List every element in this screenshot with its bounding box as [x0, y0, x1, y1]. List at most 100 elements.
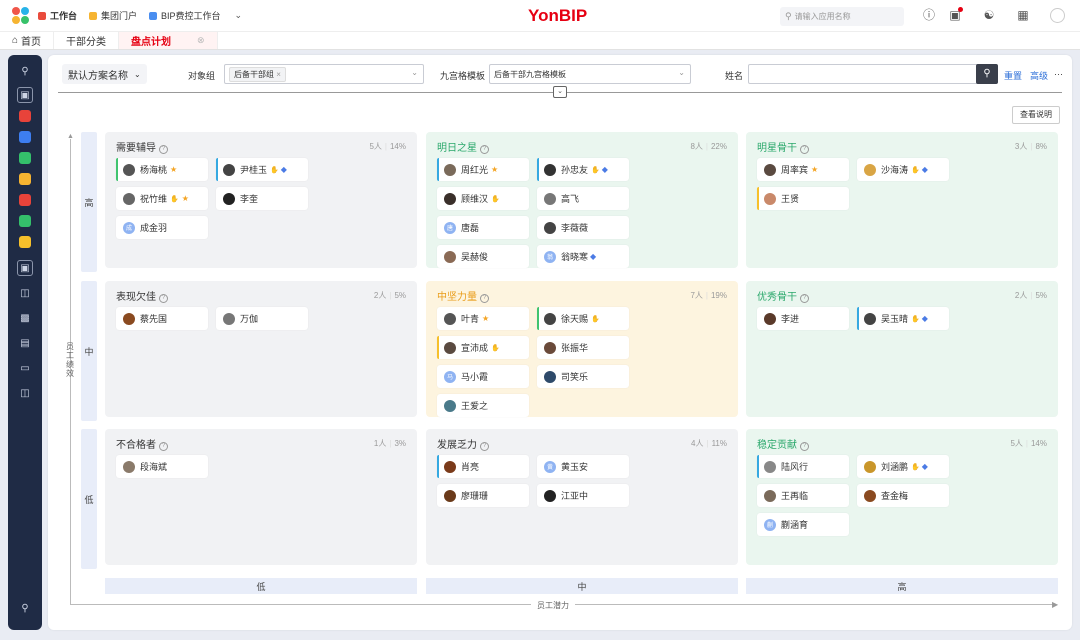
name-input[interactable] [748, 64, 988, 84]
person-card[interactable]: 司笑乐 [537, 365, 629, 388]
person-card[interactable]: 吴玉晴 ✋ ◆ [857, 307, 949, 330]
person-card[interactable]: 马马小霞 [437, 365, 529, 388]
person-card[interactable]: 刘涵鹏 ✋ ◆ [857, 455, 949, 478]
person-card[interactable]: 查金梅 [857, 484, 949, 507]
sales-app-icon[interactable] [19, 152, 31, 164]
person-card[interactable]: 祝竹维 ✋ ★ [116, 187, 208, 210]
person-card[interactable]: 吴赫俊 [437, 245, 529, 268]
person-card[interactable]: 万伽 [216, 307, 308, 330]
avatar: 成 [123, 221, 135, 234]
scheme-select[interactable]: 默认方案名称 ⌄ [62, 64, 147, 84]
person-card[interactable]: 徐天赐 ✋ [537, 307, 629, 330]
search-icon[interactable]: ⚲ [17, 63, 33, 79]
menu-icon[interactable]: ▣ [17, 87, 33, 103]
person-card[interactable]: 王贤 [757, 187, 849, 210]
cell-header: 明日之星? 8人 | 22% [437, 139, 727, 154]
person-card[interactable]: 李奎 [216, 187, 308, 210]
person-card[interactable]: 肖亮 [437, 455, 529, 478]
person-card[interactable]: 李薇薇 [537, 216, 629, 239]
person-card[interactable]: 周红光 ★ [437, 158, 529, 181]
search-button[interactable]: ⚲ [976, 64, 998, 84]
window-icon[interactable]: ▤ [17, 335, 33, 351]
finance-app-icon[interactable] [19, 110, 31, 122]
app-dot-icon [89, 11, 98, 20]
cell-percent: 3% [394, 438, 406, 448]
person-card[interactable]: 李进 [757, 307, 849, 330]
help-icon[interactable]: ? [159, 293, 168, 303]
help-icon[interactable]: ? [159, 441, 168, 451]
person-card[interactable]: 蔡先国 [116, 307, 208, 330]
pin-icon[interactable]: ⚲ [17, 600, 33, 616]
collapse-toggle-icon[interactable]: ⌄ [553, 86, 567, 98]
help-icon[interactable]: ? [480, 441, 489, 451]
page-tab[interactable]: 干部分类 [54, 32, 120, 49]
person-card[interactable]: 蒯蒯涵育 [757, 513, 849, 536]
person-card[interactable]: 周率宾 ★ [757, 158, 849, 181]
advanced-link[interactable]: 高级 [1030, 69, 1048, 82]
help-icon[interactable]: ? [159, 144, 168, 154]
object-group-chip[interactable]: 后备干部组 × [229, 66, 286, 82]
shield-icon: ◆ [921, 314, 928, 323]
person-card[interactable]: 江亚中 [537, 484, 629, 507]
person-card[interactable]: 杨海桃 ★ [116, 158, 208, 181]
person-card[interactable]: 高飞 [537, 187, 629, 210]
person-card[interactable]: 成成金羽 [116, 216, 208, 239]
person-card[interactable]: 顾维汉 ✋ [437, 187, 529, 210]
top-tab[interactable]: BIP费控工作台 [149, 9, 221, 22]
object-group-select[interactable]: 后备干部组 × ⌄ [224, 64, 424, 84]
person-card[interactable]: 孙忠友 ✋ ◆ [537, 158, 629, 181]
person-card[interactable]: 唐唐磊 [437, 216, 529, 239]
person-card[interactable]: 段海斌 [116, 455, 208, 478]
top-tab[interactable]: 集团门户 [89, 9, 137, 22]
person-card[interactable]: 叶青 ★ [437, 307, 529, 330]
cell-header: 表现欠佳? 2人 | 5% [116, 288, 406, 303]
close-icon[interactable]: ⊗ [197, 35, 205, 46]
document-icon[interactable]: ▣ [17, 260, 33, 276]
hr-app-icon[interactable] [19, 131, 31, 143]
monitor-icon[interactable]: ◫ [17, 285, 33, 301]
help-icon[interactable]: ? [800, 144, 809, 154]
person-card[interactable]: 翁翁晓寒 ◆ [537, 245, 629, 268]
explain-button[interactable]: 查看说明 [1012, 106, 1060, 124]
cell-title: 优秀骨干? [757, 288, 809, 303]
reset-link[interactable]: 重置 [1004, 69, 1022, 82]
page-tab[interactable]: ⌂ 首页 [0, 32, 55, 49]
object-group-label: 对象组 [188, 71, 216, 81]
cell-title-text: 明星骨干 [757, 142, 797, 154]
project-app-icon[interactable] [19, 173, 31, 185]
grid-template-select[interactable]: 后备干部九宫格模板 ⌄ [489, 64, 691, 84]
person-card[interactable]: 张振华 [537, 336, 629, 359]
app-logo-icon[interactable] [12, 6, 30, 25]
chat-icon[interactable]: ◫ [17, 385, 33, 401]
app-search-input[interactable]: ⚲ 请输入应用名称 [780, 7, 904, 26]
help-icon[interactable]: ? [800, 441, 809, 451]
avatar [544, 221, 556, 234]
analytics-app-icon[interactable] [19, 215, 31, 227]
close-icon[interactable]: × [276, 70, 281, 79]
chevron-down-icon[interactable]: ⌄ [235, 10, 243, 21]
wallet-icon[interactable]: ▭ [17, 360, 33, 376]
headset-icon[interactable]: ☯ [982, 8, 996, 22]
report-app-icon[interactable] [19, 194, 31, 206]
person-card[interactable]: 黄黄玉安 [537, 455, 629, 478]
search-icon: ⚲ [785, 11, 792, 21]
person-card[interactable]: 尹桂玉 ✋ ◆ [216, 158, 308, 181]
workflow-app-icon[interactable] [19, 236, 31, 248]
person-card[interactable]: 宣沛成 ✋ [437, 336, 529, 359]
person-card[interactable]: 廖珊珊 [437, 484, 529, 507]
person-card[interactable]: 王再临 [757, 484, 849, 507]
notification-icon[interactable]: ▣ [948, 7, 963, 22]
help-icon[interactable]: ? [800, 293, 809, 303]
help-icon[interactable]: ? [480, 293, 489, 303]
page-tab[interactable]: 盘点计划 ⊗ [119, 32, 218, 49]
help-icon[interactable]: ⓘ [922, 8, 936, 22]
more-icon[interactable]: ··· [1054, 69, 1063, 79]
top-tab[interactable]: 工作台 [38, 9, 77, 22]
calendar-icon[interactable]: ▦ [1016, 8, 1030, 22]
person-card[interactable]: 沙海涛 ✋ ◆ [857, 158, 949, 181]
avatar[interactable] [1050, 8, 1065, 23]
person-card[interactable]: 陆风行 [757, 455, 849, 478]
help-icon[interactable]: ? [480, 144, 489, 154]
person-card[interactable]: 王爱之 [437, 394, 529, 417]
form-icon[interactable]: ▩ [17, 310, 33, 326]
